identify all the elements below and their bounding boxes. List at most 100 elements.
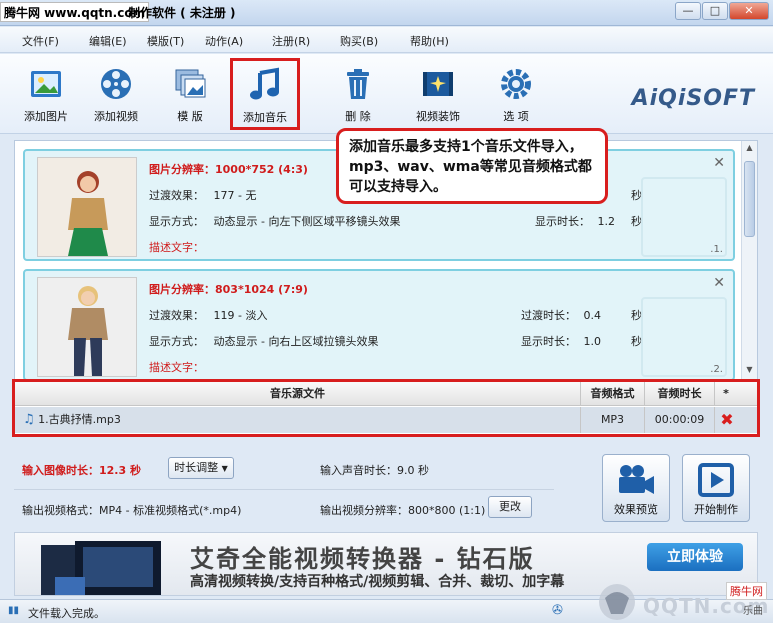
show-duration-value[interactable]: 1.0 — [584, 335, 602, 348]
menu-register[interactable]: 注册(R) — [272, 33, 310, 49]
scroll-up-icon[interactable]: ▲ — [744, 143, 755, 155]
divider — [14, 489, 554, 490]
toolbar: 添加图片 添加视频 模 版 添加音乐 删 除 视频装饰 选 项 AiQiSOFT — [0, 54, 773, 134]
show-duration-label: 显示时长： — [521, 335, 576, 348]
add-video-label: 添加视频 — [94, 110, 138, 123]
description-label[interactable]: 描述文字： — [149, 239, 204, 255]
title-bar: 腾牛网 www.qqtn.com 制作软件 ( 未注册 ) — □ ✕ — [0, 0, 773, 26]
duration-adjust-label: 时长调整 — [174, 461, 219, 474]
change-resolution-button[interactable]: 更改 — [488, 496, 532, 518]
trash-icon — [338, 64, 378, 104]
brand-logo: AiQiSOFT — [631, 86, 755, 111]
window-title: 制作软件 ( 未注册 ) — [128, 6, 236, 20]
template-label: 模 版 — [177, 110, 203, 123]
start-button[interactable]: 开始制作 — [682, 454, 750, 522]
transition-duration-label: 过渡时长： — [521, 309, 576, 322]
transition-duration-row: 过渡时长： 0.4 — [521, 307, 601, 323]
remove-music-button[interactable]: ✖ — [715, 407, 739, 433]
music-file-cell: ♫ 1.古典抒情.mp3 — [15, 407, 581, 433]
ad-title: 艾奇全能视频转换器 - 钻石版 — [190, 545, 535, 573]
slide-thumbnail[interactable] — [37, 277, 137, 377]
image-icon — [26, 64, 66, 104]
video-decoration-button[interactable]: 视频装饰 — [406, 60, 470, 132]
scroll-thumb[interactable] — [744, 161, 755, 237]
maximize-button[interactable]: □ — [702, 2, 728, 20]
duration-adjust-dropdown[interactable]: 时长调整 ▼ — [168, 457, 234, 479]
slide-card[interactable]: 图片分辨率：803*1024 (7:9) 过渡效果： 119 - 淡入 显示方式… — [23, 269, 735, 381]
status-text: 文件载入完成。 — [28, 607, 105, 620]
slide-thumbnail[interactable] — [37, 157, 137, 257]
add-image-button[interactable]: 添加图片 — [14, 60, 78, 132]
watermark-site: 腾牛网 — [726, 582, 767, 600]
transition-row: 过渡效果： 119 - 淡入 — [149, 307, 267, 323]
film-reel-icon: ✇ — [552, 603, 563, 618]
remove-slide-icon[interactable]: ✕ — [713, 155, 725, 171]
music-note-icon — [245, 65, 285, 105]
preview-button[interactable]: 效果预览 — [602, 454, 670, 522]
menu-action[interactable]: 动作(A) — [205, 33, 243, 49]
transition-value[interactable]: 119 - 淡入 — [214, 309, 268, 322]
site-watermark: 腾牛网 www.qqtn.com — [0, 2, 150, 22]
window-controls: — □ ✕ — [675, 2, 769, 20]
transition-value[interactable]: 177 - 无 — [214, 189, 257, 202]
options-button[interactable]: 选 项 — [484, 60, 548, 132]
show-duration-row: 显示时长： 1.2 — [535, 213, 615, 229]
display-label: 显示方式： — [149, 215, 204, 228]
col-source-file: 音乐源文件 — [15, 382, 581, 406]
preview-label: 效果预览 — [614, 503, 658, 516]
scroll-down-icon[interactable]: ▼ — [744, 365, 755, 377]
display-row: 显示方式： 动态显示 - 向右上区域拉镜头效果 — [149, 333, 378, 349]
film-reel-icon — [96, 64, 136, 104]
add-music-button[interactable]: 添加音乐 — [230, 58, 300, 130]
template-button[interactable]: 模 版 — [158, 60, 222, 132]
music-note-icon: ♫ — [23, 412, 35, 427]
photo-stack-icon — [170, 64, 210, 104]
options-label: 选 项 — [503, 110, 529, 123]
list-scrollbar[interactable]: ▲ ▼ — [741, 141, 757, 379]
table-row[interactable]: ♫ 1.古典抒情.mp3 MP3 00:00:09 ✖ — [15, 407, 757, 433]
bull-logo-icon — [599, 584, 635, 620]
gear-icon — [496, 64, 536, 104]
minimize-button[interactable]: — — [675, 2, 701, 20]
video-decoration-label: 视频装饰 — [416, 110, 460, 123]
slide-number: .2. — [710, 364, 723, 375]
add-music-label: 添加音乐 — [243, 111, 287, 124]
music-format-cell: MP3 — [581, 407, 645, 433]
menu-file[interactable]: 文件(F) — [22, 33, 59, 49]
display-value[interactable]: 动态显示 - 向右上区域拉镜头效果 — [214, 335, 379, 348]
try-now-button[interactable]: 立即体验 — [647, 543, 743, 571]
image-resolution: 图片分辨率：803*1024 (7:9) — [149, 283, 308, 296]
delete-label: 删 除 — [345, 110, 371, 123]
add-music-callout: 添加音乐最多支持1个音乐文件导入，mp3、wav、wma等常见音频格式都可以支持… — [336, 128, 608, 204]
output-resolution: 输出视频分辨率：800*800 (1:1) — [320, 504, 486, 517]
ad-subtitle: 高清视频转换/支持百种格式/视频剪辑、合并、裁切、加字幕 — [190, 574, 565, 590]
product-box-image — [35, 537, 175, 595]
transition-duration-value[interactable]: 0.4 — [584, 309, 602, 322]
close-button[interactable]: ✕ — [729, 2, 769, 20]
menu-template[interactable]: 模版(T) — [147, 33, 184, 49]
menu-edit[interactable]: 编辑(E) — [89, 33, 127, 49]
sparkle-film-icon — [418, 64, 458, 104]
menu-buy[interactable]: 购买(B) — [340, 33, 378, 49]
add-video-button[interactable]: 添加视频 — [84, 60, 148, 132]
slide-number: .1. — [710, 244, 723, 255]
show-duration-label: 显示时长： — [535, 215, 590, 228]
remove-slide-icon[interactable]: ✕ — [713, 275, 725, 291]
output-format[interactable]: 输出视频格式：MP4 - 标准视频格式(*.mp4) — [22, 502, 241, 518]
watermark-extra: 乐曲 — [743, 606, 763, 617]
watermark-overlay: QQTN.com 腾牛网 乐曲 — [593, 580, 771, 622]
input-image-duration: 输入图像时长：12.3 秒 — [22, 464, 141, 477]
delete-x-icon: ✖ — [720, 410, 734, 429]
display-row: 显示方式： 动态显示 - 向左下侧区域平移镜头效果 — [149, 213, 400, 229]
status-bars-icon: ▮▮ — [8, 605, 20, 616]
col-action: * — [723, 387, 729, 400]
delete-button[interactable]: 删 除 — [326, 60, 390, 132]
play-icon — [696, 463, 736, 497]
music-table-header: 音乐源文件 音频格式 音频时长 * — [15, 382, 757, 406]
menu-help[interactable]: 帮助(H) — [410, 33, 449, 49]
add-image-label: 添加图片 — [24, 110, 68, 123]
show-duration-value[interactable]: 1.2 — [598, 215, 616, 228]
display-value[interactable]: 动态显示 - 向左下侧区域平移镜头效果 — [214, 215, 401, 228]
transition-label: 过渡效果： — [149, 309, 204, 322]
description-label[interactable]: 描述文字： — [149, 359, 204, 375]
